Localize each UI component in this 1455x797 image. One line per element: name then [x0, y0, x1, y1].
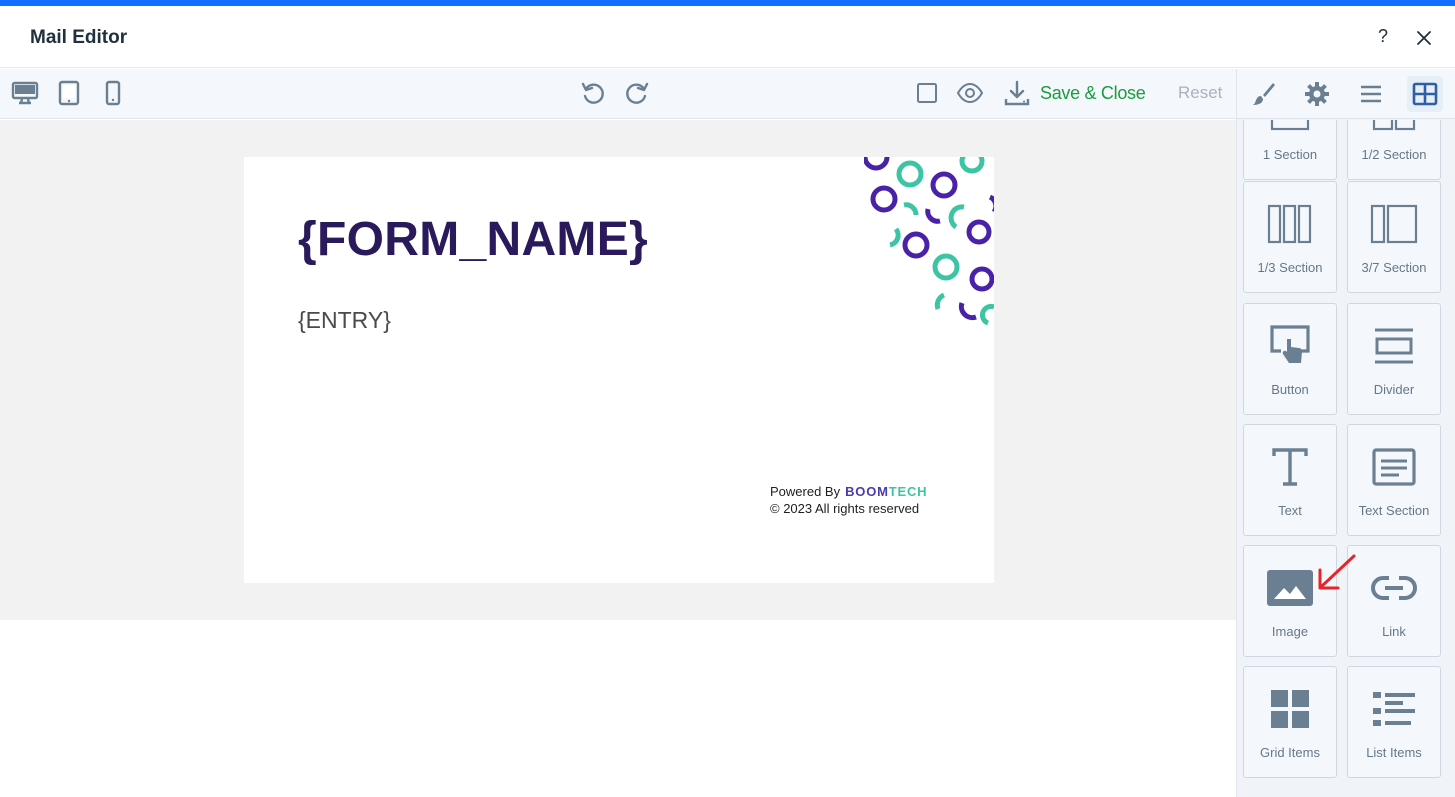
copyright-text: © 2023 All rights reserved — [770, 501, 920, 516]
button-icon — [1244, 320, 1336, 372]
tile-label: Image — [1271, 624, 1309, 639]
tile-label: 1/3 Section — [1257, 260, 1323, 275]
powered-by-text: Powered By — [770, 484, 841, 499]
email-body-text[interactable]: {ENTRY} — [298, 307, 391, 334]
block-button[interactable]: Button — [1243, 303, 1337, 415]
desktop-icon — [11, 81, 39, 105]
third-section-icon — [1244, 198, 1336, 250]
block-divider[interactable]: Divider — [1347, 303, 1441, 415]
tab-blocks[interactable] — [1407, 76, 1443, 112]
close-button[interactable] — [1413, 26, 1435, 50]
block-one-section[interactable]: 1 Section — [1243, 120, 1337, 180]
block-list-items[interactable]: List Items — [1347, 666, 1441, 778]
editor-canvas: {FORM_NAME} {ENTRY} Powered By BOOM TECH… — [0, 120, 1236, 620]
undo-icon — [581, 82, 604, 104]
email-heading[interactable]: {FORM_NAME} — [298, 212, 648, 267]
boomtech-logo: BOOM TECH — [845, 484, 928, 499]
three-seven-section-icon — [1348, 198, 1440, 250]
email-footer: Powered By BOOM TECH © 2023 All rights re… — [770, 483, 927, 517]
blocks-icon — [1412, 82, 1438, 106]
block-three-seven-section[interactable]: 3/7 Section — [1347, 181, 1441, 293]
gear-icon — [1305, 82, 1329, 106]
canvas-bottom-area — [0, 620, 1236, 797]
tab-settings[interactable] — [1299, 76, 1335, 112]
tab-layers[interactable] — [1353, 76, 1389, 112]
divider-icon — [1348, 320, 1440, 372]
editor-toolbar: Save & Close Reset — [0, 69, 1236, 119]
reset-button[interactable]: Reset — [1178, 83, 1222, 103]
eye-icon — [956, 82, 984, 104]
tile-label: 1/2 Section — [1361, 147, 1427, 162]
desktop-view-button[interactable] — [10, 78, 40, 108]
text-section-icon — [1348, 441, 1440, 493]
tile-label: Grid Items — [1260, 745, 1320, 760]
window-title: Mail Editor — [30, 27, 128, 48]
grid-items-icon — [1244, 683, 1336, 735]
annotation-arrow-icon — [1318, 554, 1356, 590]
block-third-section[interactable]: 1/3 Section — [1243, 181, 1337, 293]
tile-label: Link — [1382, 624, 1406, 639]
list-items-icon — [1348, 683, 1440, 735]
mobile-icon — [105, 80, 121, 106]
tablet-icon — [58, 80, 80, 106]
save-and-close-button[interactable]: Save & Close — [1004, 77, 1146, 109]
block-text[interactable]: Text — [1243, 424, 1337, 536]
block-half-section[interactable]: 1/2 Section — [1347, 120, 1441, 180]
block-link[interactable]: Link — [1347, 545, 1441, 657]
redo-icon — [626, 82, 649, 104]
brush-icon — [1253, 83, 1275, 105]
undo-button[interactable] — [578, 78, 608, 108]
help-button[interactable]: ? — [1372, 26, 1394, 50]
text-icon — [1244, 441, 1336, 493]
toggle-outline-button[interactable] — [912, 78, 942, 108]
checkbox-icon — [917, 83, 937, 103]
tile-label: Button — [1271, 382, 1309, 397]
tile-label: Text — [1278, 503, 1302, 518]
tab-styles[interactable] — [1246, 76, 1282, 112]
email-preview[interactable]: {FORM_NAME} {ENTRY} Powered By BOOM TECH… — [244, 157, 994, 583]
tile-label: 1 Section — [1262, 147, 1318, 162]
close-icon — [1417, 31, 1431, 45]
blocks-panel: 1 Section 1/2 Section 1/3 Section 3/7 Se… — [1237, 120, 1455, 797]
tile-label: Text Section — [1358, 503, 1430, 518]
sidebar-tabs — [1237, 69, 1455, 119]
tile-label: Divider — [1373, 382, 1415, 397]
tile-label: List Items — [1366, 745, 1422, 760]
download-icon — [1004, 80, 1030, 106]
preview-button[interactable] — [955, 78, 985, 108]
block-text-section[interactable]: Text Section — [1347, 424, 1441, 536]
title-bar: Mail Editor ? — [0, 6, 1455, 68]
mobile-view-button[interactable] — [98, 78, 128, 108]
one-section-icon — [1244, 120, 1336, 137]
link-icon — [1348, 562, 1440, 614]
tile-label: 3/7 Section — [1361, 260, 1427, 275]
half-section-icon — [1348, 120, 1440, 137]
block-grid-items[interactable]: Grid Items — [1243, 666, 1337, 778]
menu-icon — [1361, 85, 1381, 103]
decorative-circles-image — [864, 157, 994, 326]
save-and-close-label: Save & Close — [1040, 82, 1146, 103]
right-sidebar: 1 Section 1/2 Section 1/3 Section 3/7 Se… — [1236, 69, 1455, 797]
redo-button[interactable] — [622, 78, 652, 108]
tablet-view-button[interactable] — [54, 78, 84, 108]
